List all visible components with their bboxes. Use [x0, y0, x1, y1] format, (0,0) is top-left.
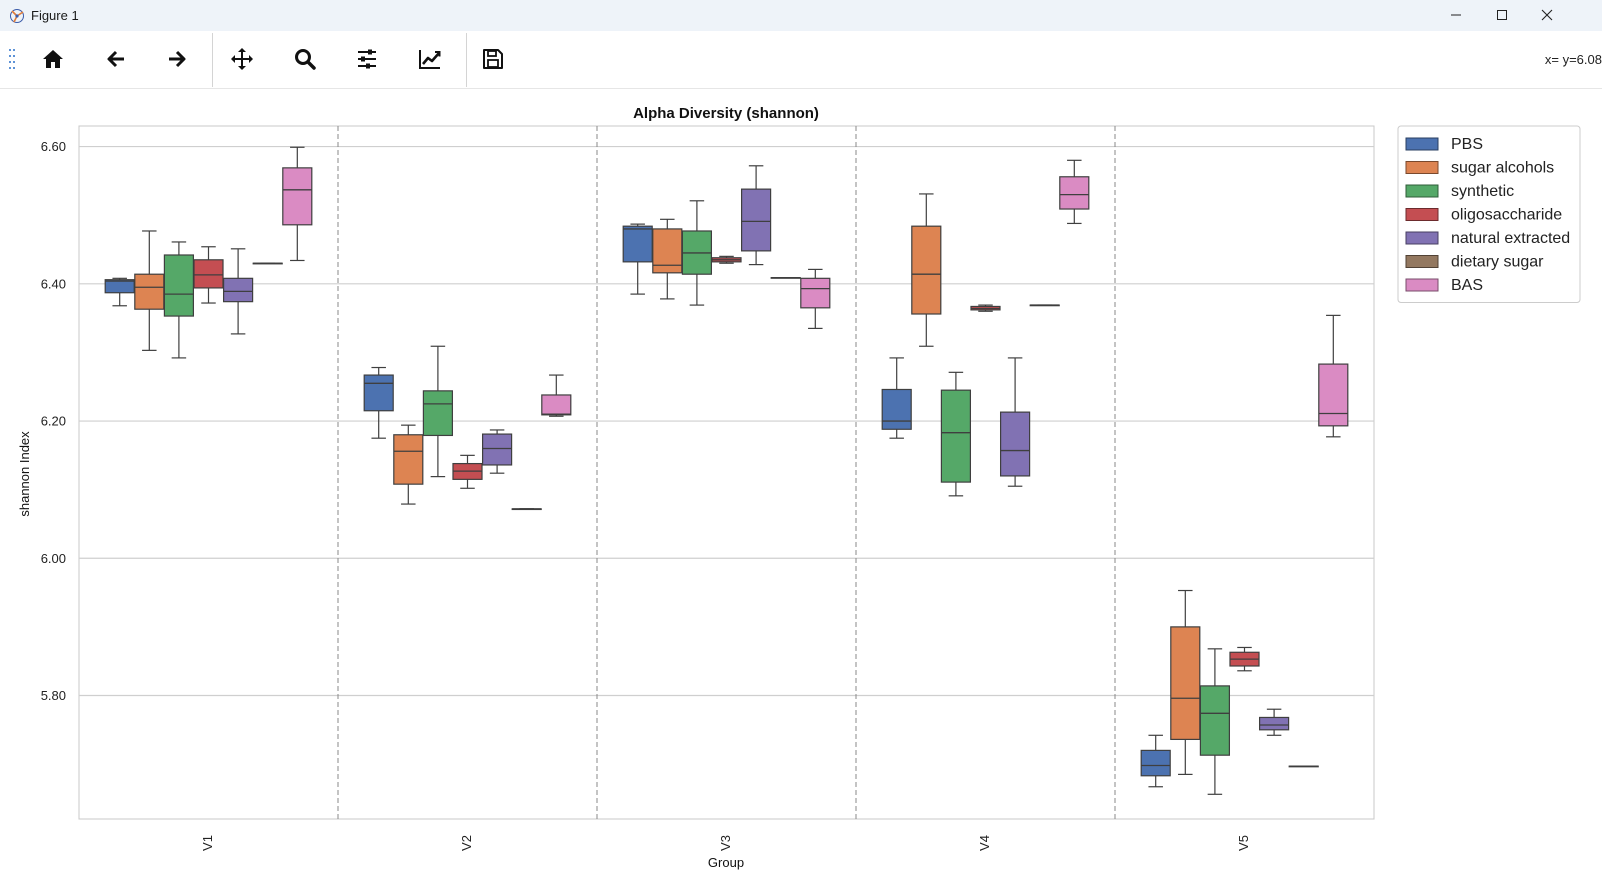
- box-body: [1258, 716, 1290, 731]
- pan-button[interactable]: [222, 39, 262, 79]
- legend-item: natural extracted: [1405, 230, 1570, 247]
- x-axis-label: Group: [708, 855, 744, 870]
- home-button[interactable]: [33, 39, 73, 79]
- maximize-icon: [1497, 10, 1507, 20]
- home-icon: [43, 50, 63, 68]
- y-tick-label: 6.20: [41, 414, 66, 429]
- minimize-button[interactable]: [1433, 0, 1479, 31]
- legend-label: BAS: [1451, 277, 1483, 294]
- legend-item: dietary sugar: [1405, 254, 1544, 271]
- box-body: [541, 394, 572, 416]
- magnifier-icon: [295, 49, 316, 70]
- x-tick-label: V1: [200, 835, 215, 851]
- toolbar-separator: [212, 33, 213, 87]
- arrow-right-icon: [169, 50, 186, 68]
- close-button[interactable]: [1524, 0, 1570, 31]
- zoom-button[interactable]: [285, 39, 325, 79]
- edit-axis-button[interactable]: [410, 39, 450, 79]
- legend-label: oligosaccharide: [1451, 207, 1562, 224]
- legend-swatch: [1405, 137, 1439, 151]
- box-body: [363, 374, 394, 412]
- box-body: [622, 225, 653, 263]
- x-tick-label: V4: [977, 835, 992, 851]
- chart-title: Alpha Diversity (shannon): [633, 105, 819, 122]
- floppy-disk-icon: [483, 49, 503, 69]
- save-button[interactable]: [473, 39, 513, 79]
- legend-label: sugar alcohols: [1451, 160, 1554, 177]
- box-body: [193, 259, 224, 289]
- legend-swatch: [1405, 161, 1439, 174]
- maximize-button[interactable]: [1479, 0, 1525, 31]
- legend-label: natural extracted: [1451, 230, 1570, 247]
- box-oligosaccharide-V3: [711, 255, 742, 264]
- box-body: [881, 388, 912, 430]
- legend-swatch: [1405, 208, 1439, 221]
- minimize-icon: [1451, 14, 1461, 16]
- box-body: [1140, 749, 1171, 777]
- trend-line-icon: [419, 50, 441, 69]
- x-tick-labels: V1 V2 V3 V4 V5: [200, 835, 1251, 851]
- legend-swatch: [1405, 231, 1439, 245]
- configure-subplots-button[interactable]: [347, 39, 387, 79]
- box-body: [134, 273, 165, 310]
- x-tick-label: V5: [1236, 835, 1251, 851]
- legend-item: sugar alcohols: [1405, 160, 1554, 177]
- boxplot-chart: 5.80 6.00 6.20 6.40 6.60 V1 V2 V3 V4 V5 Alpha Di…: [17, 105, 1581, 870]
- box-body: [999, 411, 1031, 477]
- box-body: [282, 167, 313, 226]
- legend: PBS sugar alcohols synthetic oligosaccharid…: [1397, 125, 1581, 303]
- close-icon: [1541, 9, 1553, 21]
- cursor-coordinates: x= y=6.08: [1544, 52, 1602, 67]
- box-dietary-sugar-V1: [252, 262, 283, 265]
- toolbar-grip-handle[interactable]: [8, 47, 16, 71]
- forward-button[interactable]: [157, 39, 197, 79]
- y-axis-label: shannon Index: [17, 431, 32, 517]
- arrow-left-icon: [107, 50, 124, 68]
- box-body: [481, 433, 513, 466]
- box-body: [1059, 176, 1090, 210]
- legend-label: synthetic: [1451, 183, 1514, 200]
- x-tick-label: V2: [459, 835, 474, 851]
- box-body: [1318, 363, 1349, 427]
- window-title: Figure 1: [31, 8, 79, 23]
- box-body: [393, 434, 424, 485]
- y-tick-label: 6.40: [41, 276, 66, 291]
- figure-canvas[interactable]: 5.80 6.00 6.20 6.40 6.60 V1 V2 V3 V4 V5 Alpha Di…: [0, 89, 1602, 889]
- y-tick-labels: 5.80 6.00 6.20 6.40 6.60: [41, 139, 66, 703]
- legend-swatch: [1405, 184, 1439, 198]
- y-tick-label: 5.80: [41, 688, 66, 703]
- toolbar-separator: [466, 33, 467, 87]
- app-icon: [9, 8, 25, 24]
- box-body: [800, 277, 831, 309]
- move-icon: [231, 48, 253, 70]
- box-oligosaccharide-V4: [970, 304, 1001, 312]
- legend-label: dietary sugar: [1451, 254, 1544, 271]
- box-body: [1170, 626, 1201, 741]
- legend-item: oligosaccharide: [1405, 207, 1562, 224]
- legend-item: synthetic: [1405, 183, 1514, 200]
- box-body: [1199, 685, 1231, 756]
- box-synthetic-V4: [940, 371, 972, 497]
- box-body: [740, 188, 772, 252]
- legend-label: PBS: [1451, 136, 1483, 153]
- window-titlebar: Figure 1: [0, 0, 1602, 32]
- back-button[interactable]: [96, 39, 136, 79]
- y-tick-label: 6.00: [41, 551, 66, 566]
- box-dietary-sugar-V3: [770, 276, 801, 279]
- legend-swatch: [1405, 255, 1439, 268]
- navigation-toolbar: x= y=6.08: [0, 31, 1602, 89]
- sliders-icon: [358, 49, 376, 69]
- box-body: [911, 225, 942, 315]
- x-tick-label: V3: [718, 835, 733, 851]
- box-dietary-sugar-V5: [1288, 765, 1319, 768]
- box-body: [422, 390, 454, 437]
- box-body: [652, 228, 683, 274]
- box-body: [163, 254, 195, 317]
- box-body: [222, 277, 254, 303]
- box-dietary-sugar-V2: [511, 508, 542, 511]
- legend-swatch: [1405, 278, 1439, 292]
- box-body: [940, 389, 972, 483]
- y-tick-label: 6.60: [41, 139, 66, 154]
- box-dietary-sugar-V4: [1029, 304, 1060, 307]
